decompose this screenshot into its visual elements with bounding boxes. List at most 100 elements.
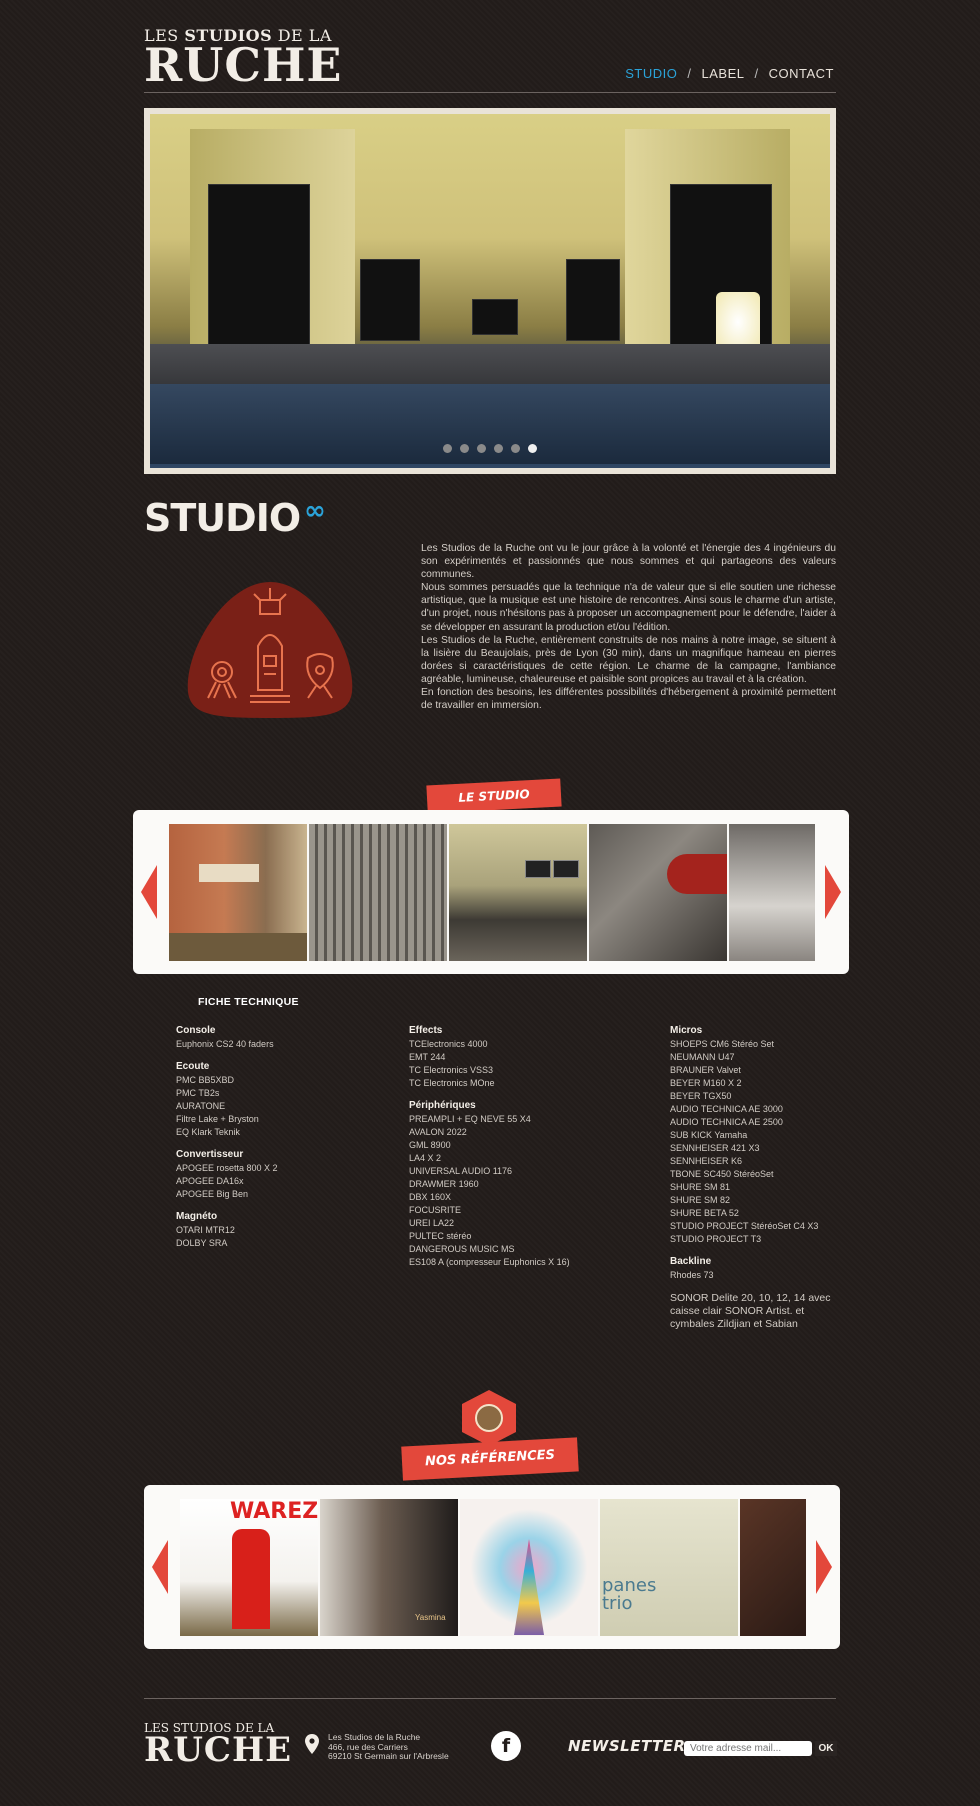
album-title-text: WAREZ [230,1499,318,1524]
album-cover-colorful[interactable] [460,1499,598,1636]
infinity-icon: ∞ [304,496,326,526]
hero-slide-image [150,114,830,468]
spec-item: TC Electronics VSS3 [409,1065,494,1075]
backline-extra-text: SONOR Delite 20, 10, 12, 14 avec caisse … [670,1292,831,1330]
intro-paragraph: Les Studios de la Ruche ont vu le jour g… [421,543,836,581]
slider-dot[interactable] [477,444,486,453]
spec-item: DOLBY SRA [176,1238,228,1248]
slider-dot[interactable] [443,444,452,453]
references-next-arrow-icon[interactable] [816,1540,832,1594]
spec-item: DBX 160X [409,1192,452,1202]
monitor-right [566,259,620,341]
spec-gap [176,1139,376,1148]
carousel-next-arrow-icon[interactable] [825,865,841,919]
monitor-left [360,259,420,341]
spec-item: APOGEE rosetta 800 X 2 [176,1163,278,1173]
speaker-left [208,184,310,346]
studio-photo-console[interactable] [309,824,447,961]
slider-dot[interactable] [494,444,503,453]
spec-gap [670,1246,860,1255]
spec-item: Euphonix CS2 40 faders [176,1039,274,1049]
spec-item: FOCUSRITE [409,1205,462,1215]
newsletter-email-input[interactable] [684,1741,812,1756]
address-line: 69210 St Germain sur l'Arbresle [328,1751,449,1761]
studio-photo-control-room[interactable] [449,824,587,961]
spec-item: TBONE SC450 StéréoSet [670,1169,774,1179]
main-nav: STUDIO / LABEL / CONTACT [625,66,834,81]
spec-group-title: Console [176,1025,216,1036]
spec-item: PMC TB2s [176,1088,220,1098]
fiche-technique-title: FICHE TECHNIQUE [198,996,299,1008]
references-carousel: WAREZ Yasmina panes trio [144,1485,840,1649]
slider-dot[interactable] [511,444,520,453]
spec-group-title: Convertisseur [176,1149,244,1160]
carousel-prev-arrow-icon[interactable] [141,865,157,919]
spec-item: BEYER TGX50 [670,1091,732,1101]
spec-gap [176,1201,376,1210]
spec-item: SHURE BETA 52 [670,1208,739,1218]
spec-item: UNIVERSAL AUDIO 1176 [409,1166,513,1176]
spec-item: AURATONE [176,1101,226,1111]
spec-item: UREI LA22 [409,1218,455,1228]
footer-address: Les Studios de la Ruche 466, rue des Car… [328,1732,449,1762]
spec-item: APOGEE DA16x [176,1176,244,1186]
spec-item: NEUMANN U47 [670,1052,735,1062]
studio-photo-carousel [133,810,849,974]
spec-item: STUDIO PROJECT StéréoSet C4 X3 [670,1221,819,1231]
nav-item-contact[interactable]: CONTACT [769,66,834,81]
spec-item: STUDIO PROJECT T3 [670,1234,762,1244]
location-pin-icon [305,1734,319,1754]
studio-photo-patchbay[interactable] [589,824,727,961]
album-cover-dark[interactable] [740,1499,806,1636]
spec-item: OTARI MTR12 [176,1225,235,1235]
intro-paragraph: En fonction des besoins, les différentes… [421,687,836,712]
spec-item: SUB KICK Yamaha [670,1130,748,1140]
nav-item-studio[interactable]: STUDIO [625,66,677,81]
references-prev-arrow-icon[interactable] [152,1540,168,1594]
spec-item: LA4 X 2 [409,1153,442,1163]
spec-column-2: Effects TCElectronics 4000 EMT 244 TC Elect… [409,1024,639,1269]
references-badge [462,1390,516,1446]
spec-group-title: Ecoute [176,1061,210,1072]
spec-group-title: Backline [670,1256,712,1267]
spec-group-title: Micros [670,1025,703,1036]
hive-emblem-icon [187,582,353,718]
album-cover-panes-trio[interactable]: panes trio [600,1499,738,1636]
spec-item: EMT 244 [409,1052,446,1062]
studio-photo-gear[interactable] [729,824,815,961]
spec-column-3: Micros SHOEPS CM6 Stéréo Set NEUMANN U47 BR… [670,1024,860,1331]
album-title-text: trio [602,1593,633,1614]
intro-paragraph: Nous sommes persuadés que la technique n… [421,582,836,633]
facebook-icon[interactable]: f [491,1731,521,1761]
newsletter-label: NEWSLETTER [568,1737,686,1755]
vinyl-record-icon [475,1404,503,1432]
footer-logo[interactable]: LES STUDIOS DE LA RUCHE [144,1722,292,1767]
spec-gap [409,1090,639,1099]
newsletter-ok-button[interactable]: OK [815,1741,837,1756]
spec-item: BEYER M160 X 2 [670,1078,742,1088]
lamp [716,292,760,352]
spec-item: AUDIO TECHNICA AE 3000 [670,1104,783,1114]
site-logo[interactable]: LES STUDIOS DE LA RUCHE [144,28,343,92]
spec-item: PULTEC stéréo [409,1231,472,1241]
spec-item: TCElectronics 4000 [409,1039,488,1049]
spec-item: SENNHEISER 421 X3 [670,1143,760,1153]
slider-dots [150,440,830,458]
album-cover-yasmina[interactable]: Yasmina [320,1499,458,1636]
spec-item: SHURE SM 81 [670,1182,731,1192]
nav-item-label[interactable]: LABEL [702,66,745,81]
logo-big: RUCHE [144,38,343,92]
spec-gap [176,1051,376,1060]
studio-photo-building[interactable] [169,824,307,961]
spec-group-title: Effects [409,1025,443,1036]
spec-item: ES108 A (compresseur Euphonics X 16) [409,1257,570,1267]
spec-group-title: Magnéto [176,1211,218,1222]
spec-item: PMC BB5XBD [176,1075,235,1085]
center-speaker [472,299,518,335]
album-cover-warez[interactable]: WAREZ [180,1499,318,1636]
spec-item: DRAWMER 1960 [409,1179,479,1189]
header-divider [144,92,836,93]
slider-dot[interactable] [460,444,469,453]
slider-dot-active[interactable] [528,444,537,453]
footer-logo-big: RUCHE [144,1730,293,1770]
